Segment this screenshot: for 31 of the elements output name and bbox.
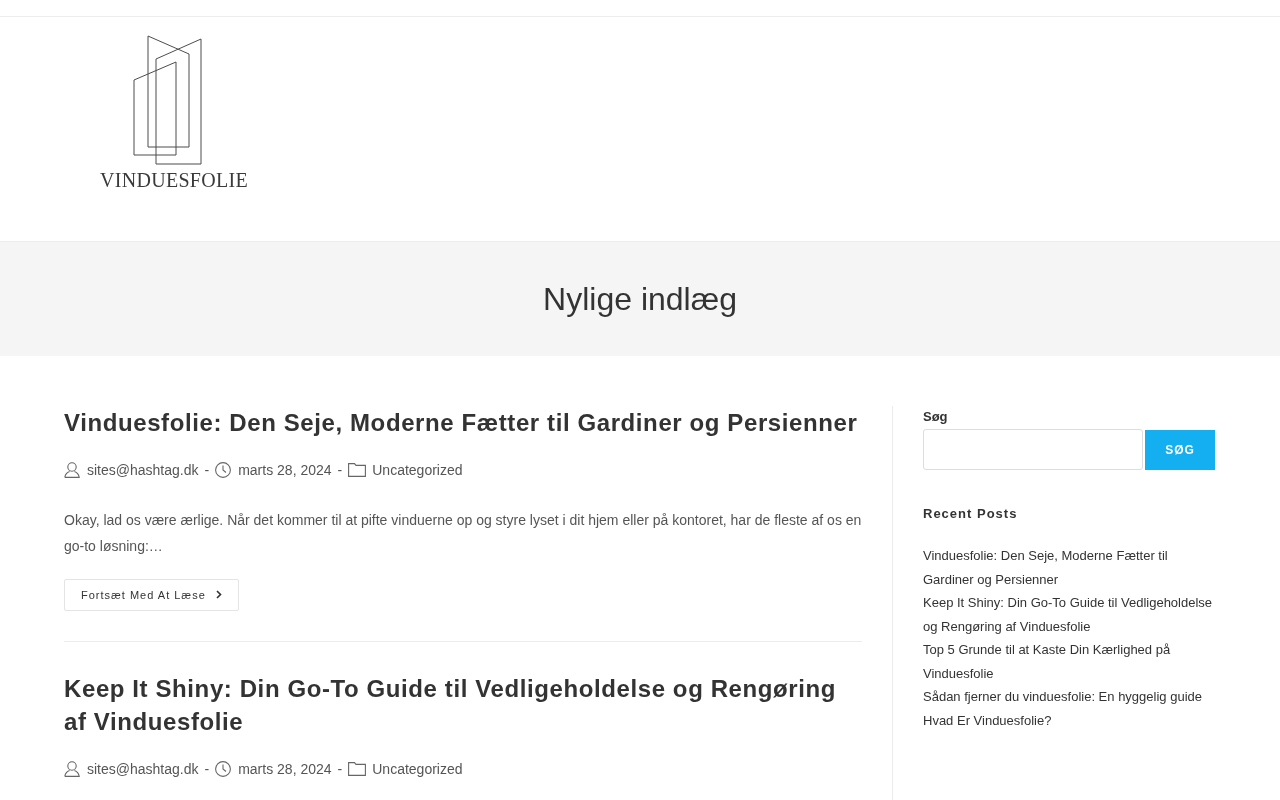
page-title: Nylige indlæg — [543, 279, 737, 319]
folder-icon — [348, 762, 367, 777]
post-date: marts 28, 2024 — [238, 460, 332, 480]
recent-post-link[interactable]: Keep It Shiny: Din Go-To Guide til Vedligeholdelse og Rengøring af Vinduesfolie — [923, 591, 1215, 638]
recent-post-link[interactable]: Vinduesfolie: Den Seje, Moderne Fætter til Gardiner og Persienner — [923, 544, 1215, 591]
meta-separator: - — [204, 460, 210, 480]
clock-icon — [215, 462, 232, 479]
folder-icon — [348, 463, 367, 478]
author-link[interactable]: sites@hashtag.dk — [87, 756, 199, 782]
widget-title: Recent Posts — [923, 505, 1019, 523]
category-link[interactable]: Uncategorized — [372, 457, 463, 483]
recent-post-link[interactable]: Hvad Er Vinduesfolie? — [923, 708, 1215, 732]
clock-icon — [215, 761, 232, 778]
user-icon — [64, 462, 80, 479]
recent-post-link[interactable]: Top 5 Grunde til at Kaste Din Kærlighed på Vinduesfolie — [923, 638, 1215, 685]
post-date: marts 28, 2024 — [238, 759, 332, 779]
chevron-right-icon — [215, 590, 222, 600]
meta-separator: - — [337, 759, 343, 779]
search-label: Søg — [923, 408, 949, 426]
post-title-link[interactable]: Vinduesfolie: Den Seje, Moderne Fætter til Gardiner og Persienner — [64, 406, 862, 440]
meta-separator: - — [204, 759, 210, 779]
user-icon — [64, 761, 80, 778]
search-field[interactable] — [923, 429, 1143, 470]
post-excerpt: Okay, lad os være ærlige. Når det kommer til at pifte vinduerne op og styre lyset i dit hjem eller på kontoret, har de fleste af os en go-to løsning:… — [64, 510, 862, 556]
post-title-link[interactable]: Keep It Shiny: Din Go-To Guide til Vedligeholdelse og Rengøring af Vinduesfolie — [64, 671, 862, 739]
logo-text: VINDUESFOLIE — [100, 168, 249, 192]
meta-separator: - — [337, 460, 343, 480]
recent-post-link[interactable]: Sådan fjerner du vinduesfolie: En hyggelig guide — [923, 685, 1215, 709]
read-more-button[interactable]: Fortsæt Med At Læse — [64, 578, 239, 611]
author-link[interactable]: sites@hashtag.dk — [87, 457, 199, 483]
category-link[interactable]: Uncategorized — [372, 756, 463, 782]
